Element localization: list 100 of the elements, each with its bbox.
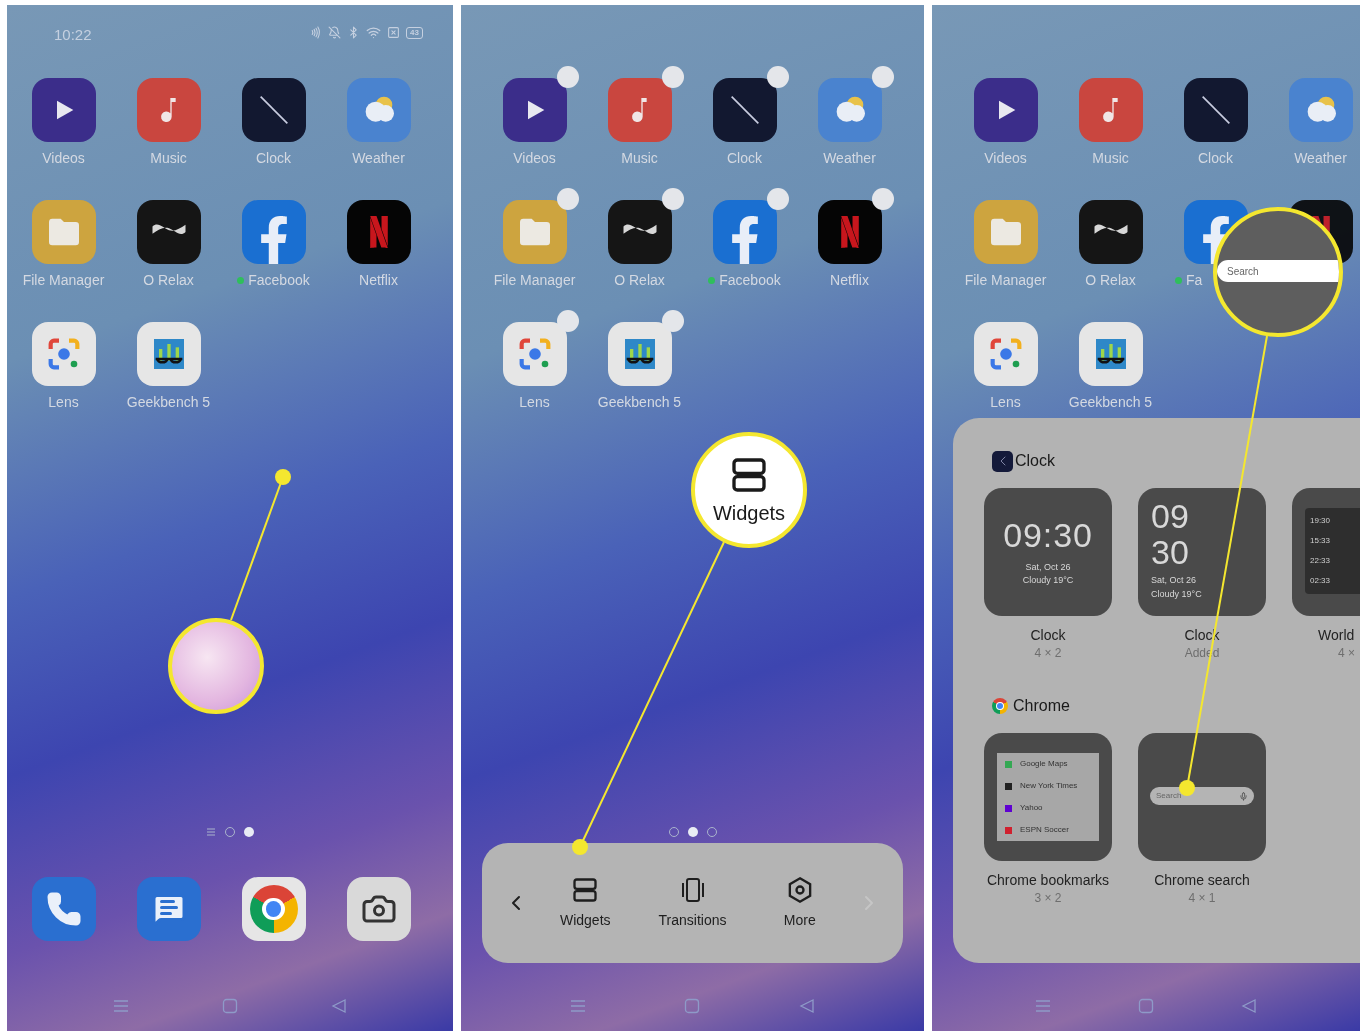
weather-icon[interactable]: [1288, 78, 1353, 142]
bookmark-favicon-icon: [1005, 760, 1012, 768]
folder-icon[interactable]: [502, 200, 567, 264]
app-label: O Relax: [143, 271, 194, 290]
clock-minutes: 30: [1151, 534, 1190, 570]
search-field[interactable]: Search: [1217, 260, 1339, 282]
bookmarks-widget-preview[interactable]: Google Maps New York Times Yahoo ESPN Soccer: [984, 733, 1112, 861]
app-label: File Manager: [964, 271, 1047, 290]
play-icon[interactable]: [973, 78, 1038, 142]
clock-icon[interactable]: [241, 78, 306, 142]
widget-size: 4 × 1: [1188, 890, 1216, 906]
clock-time: 09:30: [1003, 516, 1093, 553]
app-label: Lens: [519, 393, 550, 412]
world-clock-widget-preview[interactable]: 19:30 15:33 22:33 02:33: [1292, 488, 1360, 616]
chrome-app-icon[interactable]: [241, 877, 306, 941]
folder-icon[interactable]: [31, 200, 96, 264]
widget-size: 4 × 2: [1034, 645, 1062, 661]
facebook-logo-icon[interactable]: [712, 200, 777, 264]
bookmark-title[interactable]: New York Times: [1020, 780, 1078, 792]
app-label: Clock: [1198, 149, 1233, 168]
menu-option-button[interactable]: Widgets: [535, 876, 636, 930]
clock-weather: Cloudy 19°C: [1151, 587, 1203, 601]
camera-icon[interactable]: [346, 877, 411, 941]
app-label: Videos: [513, 149, 556, 168]
widget-size: 3 × 2: [1034, 890, 1062, 906]
app-label: Lens: [990, 393, 1021, 412]
back-icon[interactable]: [330, 997, 347, 1014]
chrome-logo-icon: [992, 698, 1008, 714]
play-icon[interactable]: [31, 78, 96, 142]
app-label: Music: [1092, 149, 1129, 168]
wave-icon[interactable]: [607, 200, 672, 264]
lens-icon[interactable]: [502, 322, 567, 386]
clock-icon[interactable]: [712, 78, 777, 142]
app-label: File Manager: [493, 271, 576, 290]
widget-size: 4 ×: [1338, 645, 1355, 661]
menu-option-button[interactable]: More: [749, 876, 850, 930]
nfc-icon: [309, 26, 323, 39]
wave-icon[interactable]: [136, 200, 201, 264]
app-label: Geekbench 5: [126, 393, 211, 412]
app-label: Facebook: [719, 271, 781, 290]
app-label: Music: [621, 149, 658, 168]
app-label: Weather: [1294, 149, 1347, 168]
app-label: Videos: [42, 149, 85, 168]
clock-widget-preview[interactable]: 09 30 Sat, Oct 26 Cloudy 19°C: [1138, 488, 1266, 616]
app-label: Netflix: [830, 271, 869, 290]
app-label: Clock: [727, 149, 762, 168]
widget-name: Chrome bookmarks: [986, 871, 1110, 890]
widgets-icon: [729, 455, 769, 495]
status-time: 10:22: [54, 25, 92, 45]
facebook-logo-icon[interactable]: [241, 200, 306, 264]
music-note-icon[interactable]: [136, 78, 201, 142]
battery-indicator: 43: [406, 26, 423, 39]
bookmark-title[interactable]: Yahoo: [1020, 802, 1043, 814]
geekbench-icon[interactable]: [136, 322, 201, 386]
music-note-icon[interactable]: [607, 78, 672, 142]
wave-icon[interactable]: [1078, 200, 1143, 264]
message-icon[interactable]: [136, 877, 201, 941]
app-label: O Relax: [614, 271, 665, 290]
folder-icon[interactable]: [973, 200, 1038, 264]
world-clock-time: 15:33: [1310, 536, 1332, 546]
bookmark-favicon-icon: [1005, 782, 1012, 790]
bell-icon: [328, 26, 342, 39]
callout-label: Widgets: [712, 501, 786, 525]
clock-app-icon: [992, 450, 1013, 472]
geekbench-icon[interactable]: [1078, 322, 1143, 386]
geekbench-icon[interactable]: [607, 322, 672, 386]
widget-name: Clock: [1030, 626, 1066, 645]
lens-icon[interactable]: [31, 322, 96, 386]
app-label: Netflix: [359, 271, 398, 290]
app-label: O Relax: [1085, 271, 1136, 290]
app-label: Weather: [352, 149, 405, 168]
phone-icon[interactable]: [31, 877, 96, 941]
music-note-icon[interactable]: [1078, 78, 1143, 142]
netflix-logo-icon[interactable]: [817, 200, 882, 264]
sim-icon: [387, 26, 401, 39]
app-label: File Manager: [22, 271, 105, 290]
clock-widget-preview[interactable]: 09:30 Sat, Oct 26 Cloudy 19°C: [984, 488, 1112, 616]
back-icon[interactable]: [798, 997, 815, 1014]
netflix-logo-icon[interactable]: [346, 200, 411, 264]
back-icon[interactable]: [1240, 997, 1257, 1014]
clock-date: Sat, Oct 26: [1025, 560, 1071, 574]
wifi-icon: [366, 25, 382, 40]
play-icon[interactable]: [502, 78, 567, 142]
app-label: Clock: [256, 149, 291, 168]
app-label: Facebook: [248, 271, 310, 290]
app-label: Weather: [823, 149, 876, 168]
lens-icon[interactable]: [973, 322, 1038, 386]
chrome-logo-icon: [249, 885, 298, 933]
weather-icon[interactable]: [817, 78, 882, 142]
search-placeholder: Search: [1156, 790, 1182, 802]
widgets-icon: [571, 876, 600, 904]
world-clock-time: 02:33: [1310, 576, 1332, 586]
widget-name: World: [1318, 626, 1355, 645]
clock-icon[interactable]: [1183, 78, 1248, 142]
bookmark-title[interactable]: Google Maps: [1020, 758, 1068, 770]
mic-icon: [1239, 791, 1248, 801]
weather-icon[interactable]: [346, 78, 411, 142]
bookmark-title[interactable]: ESPN Soccer: [1020, 824, 1069, 836]
menu-option-button[interactable]: Transitions: [642, 876, 743, 930]
world-clock-time: 22:33: [1310, 556, 1332, 566]
